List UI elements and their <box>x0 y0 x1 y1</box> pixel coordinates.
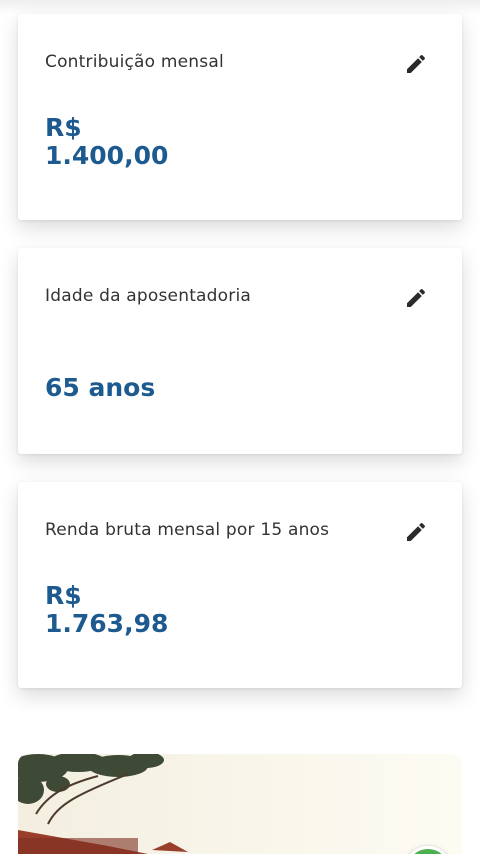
retirement-age-card: Idade da aposentadoria 65 anos <box>18 248 462 454</box>
edit-monthly-income-button[interactable] <box>404 520 428 544</box>
retirement-age-label: Idade da aposentadoria <box>45 286 251 306</box>
monthly-income-value: R$ 1.763,98 <box>45 582 168 638</box>
monthly-income-currency: R$ <box>45 581 82 610</box>
contribution-currency: R$ <box>45 113 82 142</box>
pencil-icon <box>407 522 426 541</box>
contribution-card: Contribuição mensal R$ 1.400,00 <box>18 14 462 220</box>
pencil-icon <box>407 54 426 73</box>
monthly-income-card: Renda bruta mensal por 15 anos R$ 1.763,… <box>18 482 462 688</box>
retirement-age-value: 65 anos <box>45 373 156 402</box>
pencil-icon <box>407 288 426 307</box>
edit-retirement-age-button[interactable] <box>404 286 428 310</box>
contribution-label: Contribuição mensal <box>45 52 224 72</box>
top-shadow <box>0 0 480 14</box>
contribution-amount: 1.400,00 <box>45 141 169 170</box>
contribution-value: R$ 1.400,00 <box>45 114 168 170</box>
retirement-simulation-screen: Contribuição mensal R$ 1.400,00 Idade da… <box>0 0 480 854</box>
monthly-income-label: Renda bruta mensal por 15 anos <box>45 520 330 540</box>
edit-contribution-button[interactable] <box>404 52 428 76</box>
house-photo <box>18 754 462 854</box>
monthly-income-amount: 1.763,98 <box>45 609 169 638</box>
promo-image-card[interactable] <box>18 754 462 854</box>
